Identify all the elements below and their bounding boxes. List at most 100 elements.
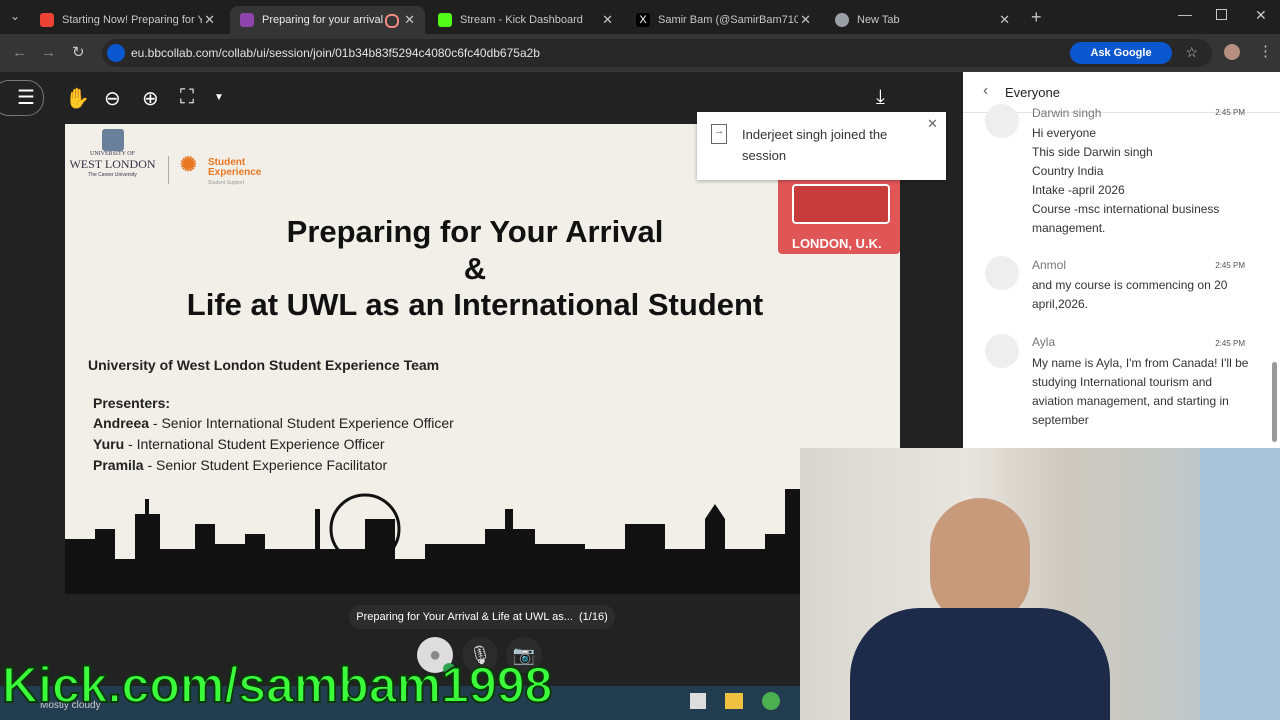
zoom-in-icon[interactable]: ⊕: [142, 86, 159, 111]
message-author: Darwin singh: [1032, 106, 1102, 120]
slide-title-amp: &: [463, 251, 487, 286]
uni-line3: The Career University: [88, 172, 137, 178]
task-view-icon[interactable]: [690, 693, 706, 709]
browser-tab-bar: ⌄ Starting Now! Preparing for You ✕ Prep…: [0, 0, 1280, 34]
join-notification: → Inderjeet singh joined the session ✕: [697, 112, 946, 180]
ask-google-label: Ask Google: [1090, 47, 1152, 59]
chevron-down-icon[interactable]: ▼: [214, 92, 224, 103]
url-text: eu.bbcollab.com/collab/ui/session/join/0…: [131, 46, 540, 60]
recording-icon: [385, 14, 399, 28]
chat-message: Darwin singh 2:45 PM Hi everyone This si…: [963, 104, 1263, 242]
uwl-logo: UNIVERSITY OF WEST LONDON The Career Uni…: [65, 129, 160, 189]
chat-message: Ayla 2:45 PM My name is Ayla, I'm from C…: [963, 334, 1263, 434]
reload-button[interactable]: ↻: [72, 43, 85, 61]
forward-button[interactable]: →: [41, 44, 56, 61]
profile-avatar[interactable]: [1224, 44, 1240, 60]
tab-gmail[interactable]: Starting Now! Preparing for You ✕: [30, 6, 225, 34]
chrome-icon: [835, 13, 849, 27]
bookmark-star-icon[interactable]: ☆: [1185, 44, 1198, 61]
chat-panel: ‹ Everyone Darwin singh 2:45 PM Hi every…: [963, 72, 1280, 448]
tab-title: Samir Bam (@SamirBam71045): [658, 14, 798, 26]
x-logo-icon: X: [636, 13, 650, 27]
message-line: Intake -april 2026: [1032, 183, 1125, 197]
minimize-button[interactable]: —: [1178, 6, 1192, 22]
tab-title: Stream - Kick Dashboard: [460, 14, 583, 26]
presenters-label: Presenters:: [93, 395, 171, 411]
sun-icon: ✺: [180, 154, 197, 176]
message-line: Course -msc international business manag…: [1032, 202, 1220, 235]
presenter-2: Yuru - International Student Experience …: [93, 436, 385, 452]
message-line: This side Darwin singh: [1032, 145, 1153, 159]
browser-toolbar: ← → ↻ eu.bbcollab.com/collab/ui/session/…: [0, 34, 1280, 72]
new-tab-button[interactable]: +: [1031, 7, 1042, 28]
maximize-button[interactable]: [1216, 9, 1227, 20]
close-icon[interactable]: ✕: [404, 12, 415, 28]
tab-collab[interactable]: Preparing for your arrival & ✕: [230, 6, 425, 34]
tab-kick[interactable]: Stream - Kick Dashboard ✕: [428, 6, 623, 34]
pan-hand-icon[interactable]: ✋: [65, 86, 90, 111]
back-chevron-icon[interactable]: ‹: [983, 82, 988, 100]
se-line3: Student Support: [208, 180, 245, 186]
close-icon[interactable]: ✕: [999, 12, 1010, 28]
presenter-role: - Senior International Student Experienc…: [149, 415, 454, 431]
window-curtain: [1200, 448, 1280, 720]
message-time: 2:45 PM: [1215, 108, 1245, 117]
tab-search-icon[interactable]: ⌄: [10, 9, 20, 23]
fit-screen-icon[interactable]: ⛶: [180, 86, 194, 109]
presentation-slide: UNIVERSITY OF WEST LONDON The Career Uni…: [65, 124, 900, 594]
message-line: Country India: [1032, 164, 1104, 178]
close-window-button[interactable]: ✕: [1255, 7, 1267, 24]
hamburger-icon: ☰: [17, 87, 35, 109]
folder-icon[interactable]: [725, 693, 743, 709]
kick-stream-overlay: Kick.com/sambam1998: [1, 656, 553, 714]
student-experience-logo: ✺ Student Experience Student Support: [180, 154, 261, 188]
notification-text: Inderjeet singh joined the session: [742, 127, 888, 163]
caption-title: Preparing for Your Arrival & Life at UWL…: [356, 611, 573, 623]
message-time: 2:45 PM: [1215, 339, 1245, 348]
presenter-3: Pramila - Senior Student Experience Faci…: [93, 457, 387, 473]
team-line: University of West London Student Experi…: [88, 357, 440, 373]
user-avatar-icon: [985, 334, 1019, 368]
presenter-name: Yuru: [93, 436, 125, 452]
london-skyline: [65, 489, 900, 594]
presenter-name: Andreea: [93, 415, 150, 431]
close-icon[interactable]: ✕: [800, 12, 811, 28]
user-avatar-icon: [985, 256, 1019, 290]
uni-line2: WEST LONDON: [69, 157, 156, 171]
message-text: Hi everyone This side Darwin singh Count…: [1032, 124, 1252, 238]
tab-new[interactable]: New Tab ✕: [825, 6, 1020, 34]
close-icon[interactable]: ✕: [204, 12, 215, 28]
page-indicator: (1/16): [579, 611, 608, 623]
download-icon[interactable]: ⤓: [876, 86, 885, 109]
chrome-taskbar-icon[interactable]: [762, 692, 780, 710]
presenter-role: - Senior Student Experience Facilitator: [143, 457, 388, 473]
zoom-out-icon[interactable]: ⊖: [104, 86, 121, 111]
address-bar[interactable]: eu.bbcollab.com/collab/ui/session/join/0…: [102, 39, 1212, 67]
site-info-icon[interactable]: [107, 44, 125, 62]
person-head: [930, 498, 1030, 623]
slide-caption: Preparing for Your Arrival & Life at UWL…: [349, 605, 615, 629]
menu-dots-icon[interactable]: ⋮: [1258, 42, 1273, 60]
close-icon[interactable]: ✕: [602, 12, 613, 28]
collab-icon: [240, 13, 254, 27]
slide-title-1: Preparing for Your Arrival: [286, 214, 664, 249]
back-button[interactable]: ←: [12, 44, 27, 61]
webcam-overlay: [800, 448, 1280, 720]
ask-google-button[interactable]: Ask Google: [1070, 42, 1172, 64]
chat-message: Anmol 2:45 PM and my course is commencin…: [963, 256, 1263, 316]
user-avatar-icon: [985, 104, 1019, 138]
message-author: Anmol: [1032, 258, 1067, 272]
message-text: and my course is commencing on 20 april,…: [1032, 278, 1228, 311]
session-menu-button[interactable]: ☰: [0, 80, 44, 116]
tab-title: Preparing for your arrival &: [262, 14, 387, 26]
message-line: Hi everyone: [1032, 126, 1097, 140]
close-icon[interactable]: ✕: [927, 116, 938, 132]
tab-x[interactable]: X Samir Bam (@SamirBam71045) ✕: [626, 6, 821, 34]
message-time: 2:45 PM: [1215, 261, 1245, 270]
presenter-1: Andreea - Senior International Student E…: [93, 415, 454, 431]
kick-icon: [438, 13, 452, 27]
chat-scrollbar[interactable]: [1272, 362, 1277, 442]
gmail-icon: [40, 13, 54, 27]
presenter-name: Pramila: [93, 457, 144, 473]
enter-icon: →: [711, 124, 727, 144]
